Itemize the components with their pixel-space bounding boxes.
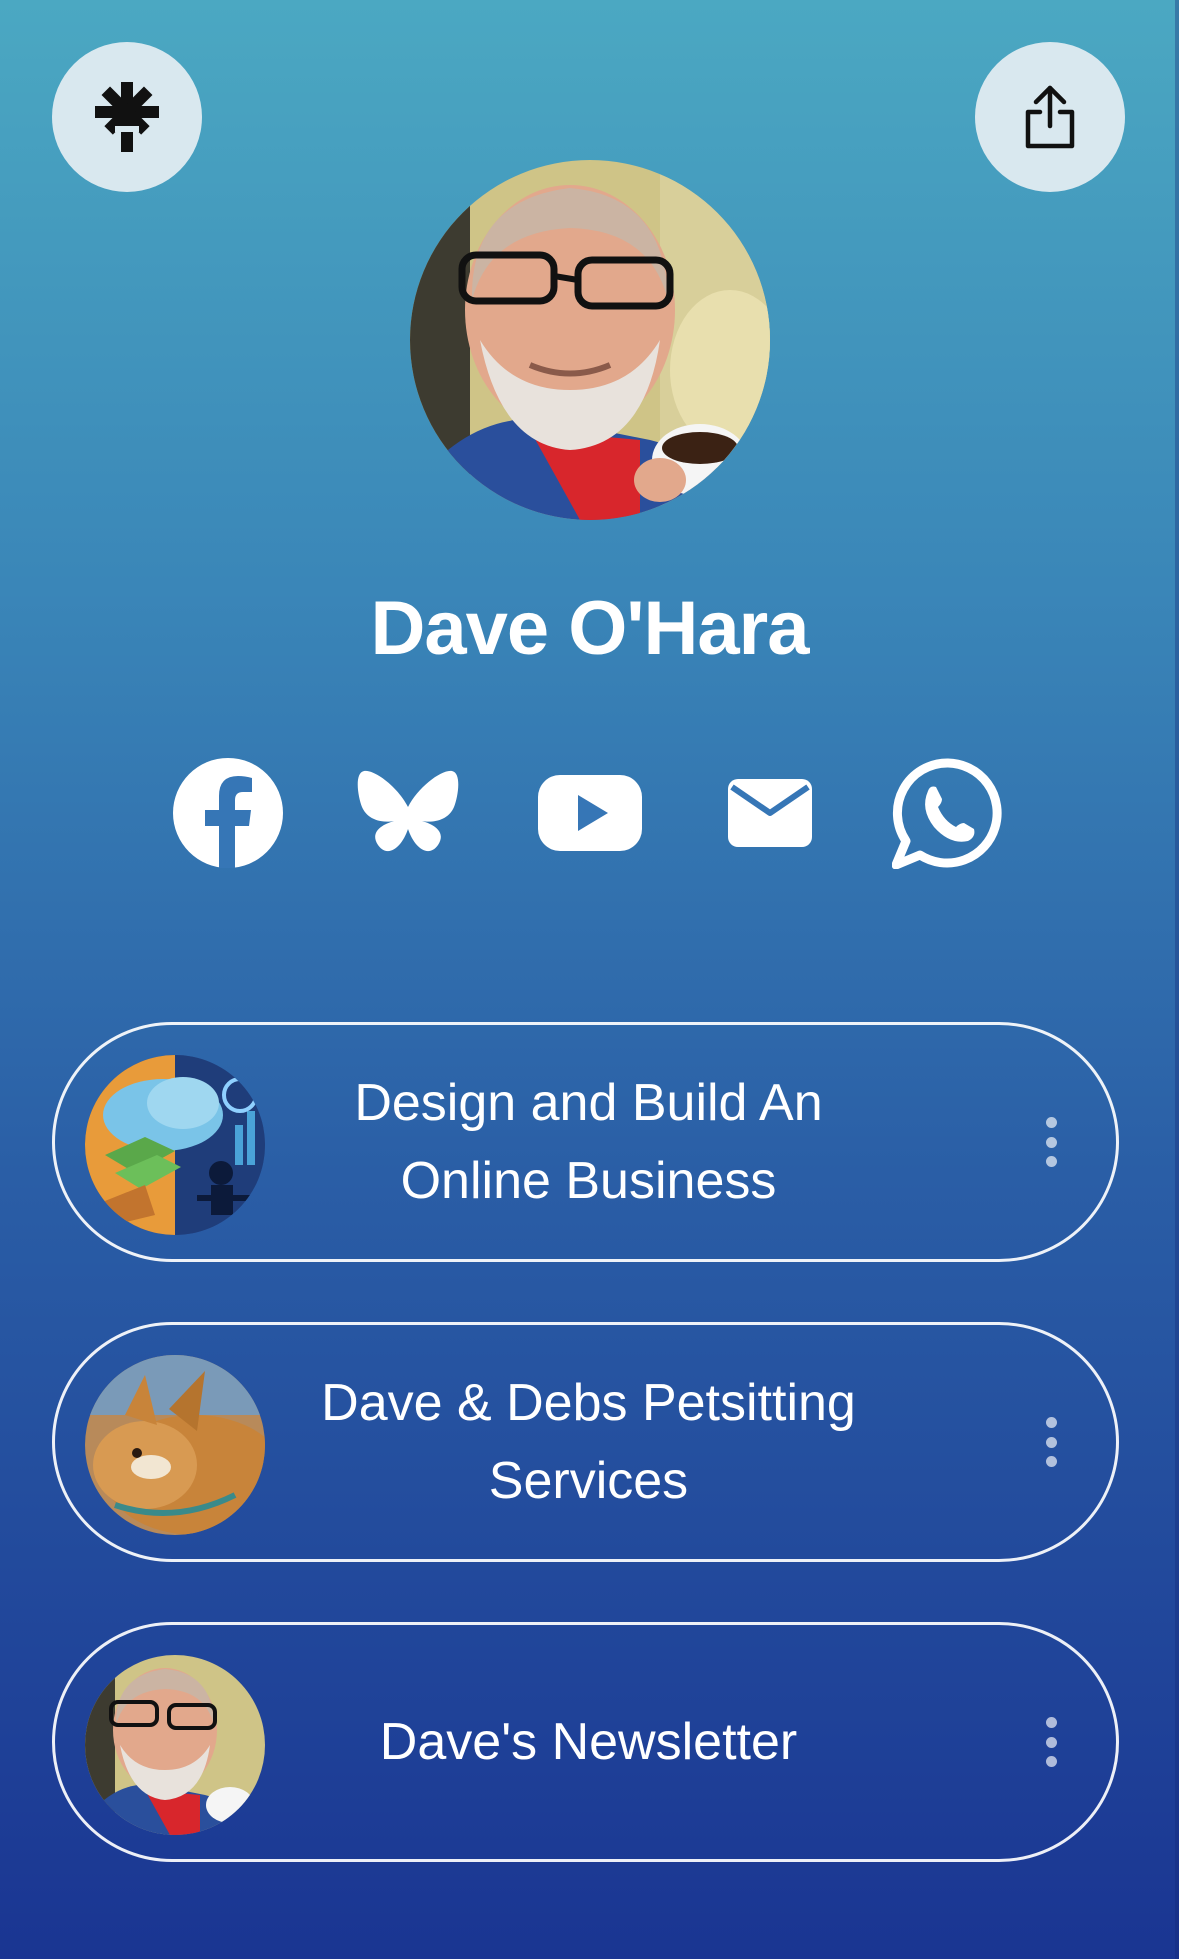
email-link[interactable] bbox=[712, 755, 827, 870]
link-label: Design and Build An Online Business bbox=[285, 1025, 892, 1259]
profile-name: Dave O'Hara bbox=[370, 586, 810, 671]
bluesky-icon bbox=[357, 770, 458, 851]
whatsapp-icon bbox=[891, 757, 1002, 869]
link-card-petsitting[interactable]: Dave & Debs Petsitting Services bbox=[52, 1322, 1119, 1562]
youtube-link[interactable] bbox=[532, 755, 647, 870]
link-label-line1: Design and Build An bbox=[354, 1074, 823, 1132]
link-label: Dave's Newsletter bbox=[285, 1625, 892, 1859]
mail-icon bbox=[727, 778, 812, 847]
facebook-link[interactable] bbox=[170, 755, 285, 870]
link-thumbnail bbox=[85, 1355, 265, 1535]
linktree-logo-button[interactable] bbox=[52, 42, 202, 192]
more-options-icon[interactable] bbox=[1036, 1717, 1066, 1767]
link-card-online-business[interactable]: Design and Build An Online Business bbox=[52, 1022, 1119, 1262]
share-icon bbox=[1025, 85, 1075, 149]
facebook-icon bbox=[172, 757, 283, 868]
more-options-icon[interactable] bbox=[1036, 1417, 1066, 1467]
link-label-line2: Online Business bbox=[400, 1152, 777, 1210]
social-icons-row bbox=[0, 755, 1179, 870]
youtube-icon bbox=[537, 774, 642, 851]
link-label: Dave & Debs Petsitting Services bbox=[285, 1325, 892, 1559]
link-label-line1: Dave's Newsletter bbox=[379, 1713, 798, 1771]
more-options-icon[interactable] bbox=[1036, 1117, 1066, 1167]
linktree-asterisk-icon bbox=[95, 82, 159, 152]
link-thumbnail bbox=[85, 1655, 265, 1835]
link-label-line1: Dave & Debs Petsitting bbox=[321, 1374, 856, 1432]
scrollbar[interactable] bbox=[1175, 0, 1179, 1959]
whatsapp-link[interactable] bbox=[890, 755, 1005, 870]
link-thumbnail bbox=[85, 1055, 265, 1235]
bluesky-link[interactable] bbox=[350, 755, 465, 870]
share-button[interactable] bbox=[975, 42, 1125, 192]
link-label-line2: Services bbox=[488, 1452, 689, 1510]
link-card-newsletter[interactable]: Dave's Newsletter bbox=[52, 1622, 1119, 1862]
profile-avatar bbox=[410, 160, 770, 520]
